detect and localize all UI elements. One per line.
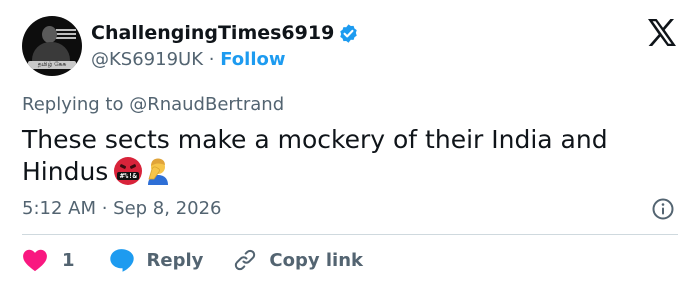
author-display-name[interactable]: ChallengingTimes6919 bbox=[91, 21, 334, 45]
like-count: 1 bbox=[62, 249, 75, 271]
avatar[interactable]: தமிழ் கேசு bbox=[22, 16, 82, 76]
link-icon bbox=[235, 249, 256, 271]
divider bbox=[22, 234, 678, 235]
copy-link-label: Copy link bbox=[269, 249, 363, 271]
verified-badge-icon bbox=[340, 24, 357, 43]
action-bar: 1 Reply Copy link bbox=[22, 245, 363, 275]
reply-button[interactable]: Reply bbox=[109, 248, 204, 272]
heart-icon bbox=[23, 249, 47, 272]
timestamp[interactable]: 5:12 AM · Sep 8, 2026 bbox=[22, 197, 222, 221]
follow-button[interactable]: Follow bbox=[220, 49, 285, 70]
reply-bubble-icon bbox=[109, 249, 134, 272]
reply-label: Reply bbox=[146, 249, 204, 271]
avatar-head bbox=[42, 26, 57, 43]
avatar-text-lines bbox=[56, 29, 76, 43]
handle-row: @KS6919UK · Follow bbox=[91, 48, 286, 72]
replying-to[interactable]: Replying to @RnaudBertrand bbox=[22, 93, 284, 117]
like-button[interactable]: 1 bbox=[22, 248, 75, 272]
separator-dot: · bbox=[208, 49, 215, 70]
face-with-symbols-on-mouth-emoji: #%!& bbox=[114, 157, 143, 185]
copy-link-button[interactable]: Copy link bbox=[233, 248, 363, 272]
man-facepalming-emoji bbox=[148, 158, 169, 185]
x-logo-icon[interactable] bbox=[647, 19, 677, 46]
avatar-banner: தமிழ் கேசு bbox=[28, 61, 76, 69]
tweet-text: These sects make a mockery of their Indi… bbox=[22, 125, 608, 186]
tweet-text-block: These sects make a mockery of their Indi… bbox=[22, 124, 672, 188]
info-icon[interactable] bbox=[651, 197, 675, 221]
author-handle[interactable]: @KS6919UK bbox=[91, 49, 203, 70]
